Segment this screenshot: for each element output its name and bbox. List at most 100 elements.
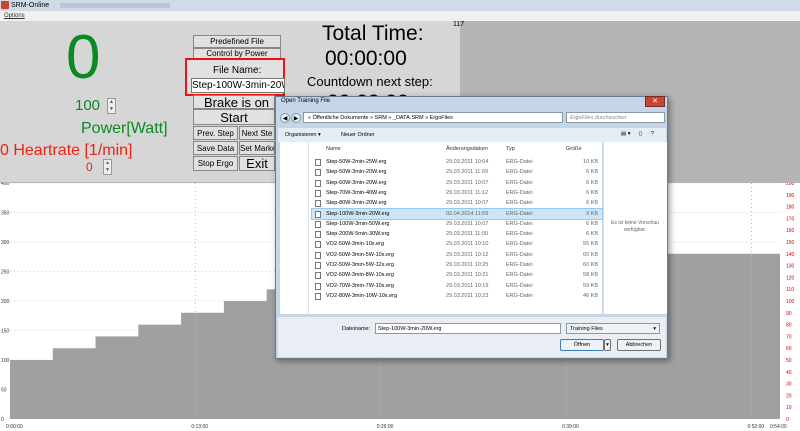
heartrate-value: 0 [86, 160, 93, 174]
file-icon [315, 179, 321, 187]
file-icon [315, 200, 321, 208]
file-icon [315, 292, 321, 300]
file-size: 6 KB [586, 220, 598, 227]
file-row[interactable]: Step-200W-5min-30W.erg 29.03.2011 11:00 ER… [312, 229, 602, 239]
exit-button[interactable]: Exit [239, 156, 275, 171]
prev-step-button[interactable]: Prev. Step [193, 126, 238, 140]
file-date: 02.04.2014 11:09 [446, 210, 489, 217]
setpoint-spinner[interactable]: ▲ ▼ [107, 98, 116, 114]
file-date: 29.03.2011 10:10 [446, 241, 489, 248]
file-row[interactable]: Step-50W-3min-20W.erg 29.03.2011 11:09 ERG… [312, 167, 602, 177]
file-row[interactable]: Step-80W-3min-20W.erg 29.03.2011 10:07 ERG… [312, 198, 602, 208]
file-name: Step-60W-3min-20W.erg [326, 179, 387, 186]
file-name-field[interactable]: Step-100W-3min-20W [191, 78, 285, 93]
file-row[interactable]: Step-100W-3min-50W.erg 29.03.2011 10:07 ER… [312, 219, 602, 229]
chevron-down-icon: ▾ [653, 326, 656, 332]
open-dropdown-icon[interactable]: ▾ [604, 339, 611, 351]
new-folder-button[interactable]: Neuer Ordner [341, 132, 375, 138]
y-left-tick: 100 [1, 358, 10, 364]
y-left-tick: 0 [1, 417, 4, 423]
heartrate-label: 0 Heartrate [1/min] [0, 142, 133, 159]
file-row[interactable]: Step-70W-3min-40W.erg 29.03.2011 11:12 ERG… [312, 188, 602, 198]
back-icon[interactable]: ◀ [280, 113, 290, 123]
address-bar[interactable]: « Öffentliche Dokumente » SRM » _DATA.SR… [303, 112, 563, 123]
forward-icon[interactable]: ▶ [291, 113, 301, 123]
col-name[interactable]: Name [326, 146, 341, 152]
file-row[interactable]: Step-60W-3min-20W.erg 29.03.2011 10:07 ERG… [312, 178, 602, 188]
y-right-tick: 40 [786, 370, 792, 376]
organize-button[interactable]: Organisieren ▾ [285, 132, 321, 138]
file-icon [315, 262, 321, 269]
view-icon[interactable]: ▤ ▾ [621, 131, 631, 137]
y-left-tick: 400 [1, 183, 10, 187]
x-tick: 0:52:00 [747, 424, 764, 430]
x-tick: 0:00:00 [6, 424, 23, 430]
file-row[interactable]: VO2-50W-3min-5W-12s.erg 29.03.2011 10:25 E… [312, 260, 602, 270]
file-date: 29.03.2011 10:07 [446, 179, 489, 186]
file-type: ERG-Datei [506, 262, 533, 268]
file-row[interactable]: VO2-50W-3min-5W-10s.erg 29.03.2011 10:12 E… [312, 250, 602, 260]
file-type: ERG-Datei [506, 159, 533, 165]
y-right-tick: 200 [786, 183, 795, 187]
file-icon [315, 272, 321, 280]
y-right-tick: 0 [786, 417, 789, 423]
col-date[interactable]: Änderungsdatum [446, 146, 488, 152]
y-right-tick: 120 [786, 275, 795, 281]
help-icon[interactable]: ? [651, 131, 654, 137]
file-name: Step-50W-3min-20W.erg [326, 169, 387, 176]
power-setpoint: 100 [75, 97, 101, 114]
file-row[interactable]: VO2-50W-3min-10s.erg 29.03.2011 10:10 ERG-… [312, 239, 602, 249]
file-date: 29.03.2011 11:00 [446, 231, 489, 238]
navigation-pane [280, 142, 309, 314]
file-date: 29.03.2011 11:12 [446, 189, 489, 196]
y-right-tick: 150 [786, 240, 795, 246]
next-step-button[interactable]: Next Ste [239, 126, 275, 140]
y-left-tick: 300 [1, 240, 10, 246]
file-type: ERG-Datei [506, 220, 533, 227]
file-icon [315, 210, 321, 218]
file-type: ERG-Datei [506, 189, 533, 196]
file-row[interactable]: VO2-70W-3min-7W-10s.erg 29.03.2011 10:19 E… [312, 281, 602, 291]
counter-value: 117 [453, 21, 465, 28]
col-size[interactable]: Größe [566, 146, 582, 152]
cancel-button[interactable]: Abbrechen [617, 339, 661, 351]
predefined-file-button[interactable]: Predefined File [193, 35, 281, 48]
file-type: ERG-Datei [506, 282, 533, 289]
x-tick: 0:54:00 [770, 424, 787, 430]
filetype-select[interactable]: Training Files ▾ [566, 323, 660, 334]
search-input[interactable]: ErgoFiles durchsuchen [566, 112, 665, 123]
preview-pane-icon[interactable]: ▯ [639, 131, 642, 137]
file-type: ERG-Datei [506, 251, 533, 258]
save-data-button[interactable]: Save Data [193, 141, 238, 155]
open-button[interactable]: Öffnen [560, 339, 604, 351]
y-right-tick: 60 [786, 346, 792, 352]
preview-text: Es ist keine Vorschau verfügbar. [611, 220, 659, 233]
file-name: VO2-60W-3min-8W-10s.erg [326, 272, 394, 279]
file-type: ERG-Datei [506, 292, 533, 299]
file-name: Step-200W-5min-30W.erg [326, 231, 390, 238]
filename-input[interactable]: Step-100W-3min-20W.erg [375, 323, 561, 334]
start-button[interactable]: Start [193, 109, 275, 125]
file-size: 6 KB [586, 189, 598, 196]
dialog-close-button[interactable]: ✕ [645, 96, 665, 107]
file-name: VO2-70W-3min-7W-10s.erg [326, 282, 394, 289]
y-right-tick: 140 [786, 252, 795, 258]
stop-ergo-button[interactable]: Stop Ergo [193, 156, 238, 171]
file-type: ERG-Datei [506, 169, 533, 176]
menu-options[interactable]: Options [4, 11, 25, 21]
file-icon [315, 159, 321, 166]
file-row[interactable]: VO2-80W-3min-10W-10s.erg 29.03.2011 10:23… [312, 291, 602, 301]
file-row[interactable]: Step-50W-2min-25W.erg 29.03.2011 10:04 ERG… [312, 157, 602, 167]
file-row[interactable]: Step-100W-3min-20W.erg 02.04.2014 11:09 ER… [311, 207, 603, 220]
countdown-label: Countdown next step: [307, 74, 433, 89]
col-type[interactable]: Typ [506, 146, 515, 152]
y-left-tick: 50 [1, 388, 7, 394]
brake-button[interactable]: Brake is on [193, 95, 275, 109]
file-icon [315, 282, 321, 290]
heartrate-spinner[interactable]: ▲ ▼ [103, 159, 112, 175]
file-size: 58 KB [583, 272, 598, 279]
file-row[interactable]: VO2-60W-3min-8W-10s.erg 29.03.2011 10:21 E… [312, 270, 602, 280]
y-right-tick: 50 [786, 358, 792, 364]
set-marker-button[interactable]: Set Marke [239, 141, 275, 155]
file-name: VO2-50W-3min-5W-12s.erg [326, 262, 394, 268]
